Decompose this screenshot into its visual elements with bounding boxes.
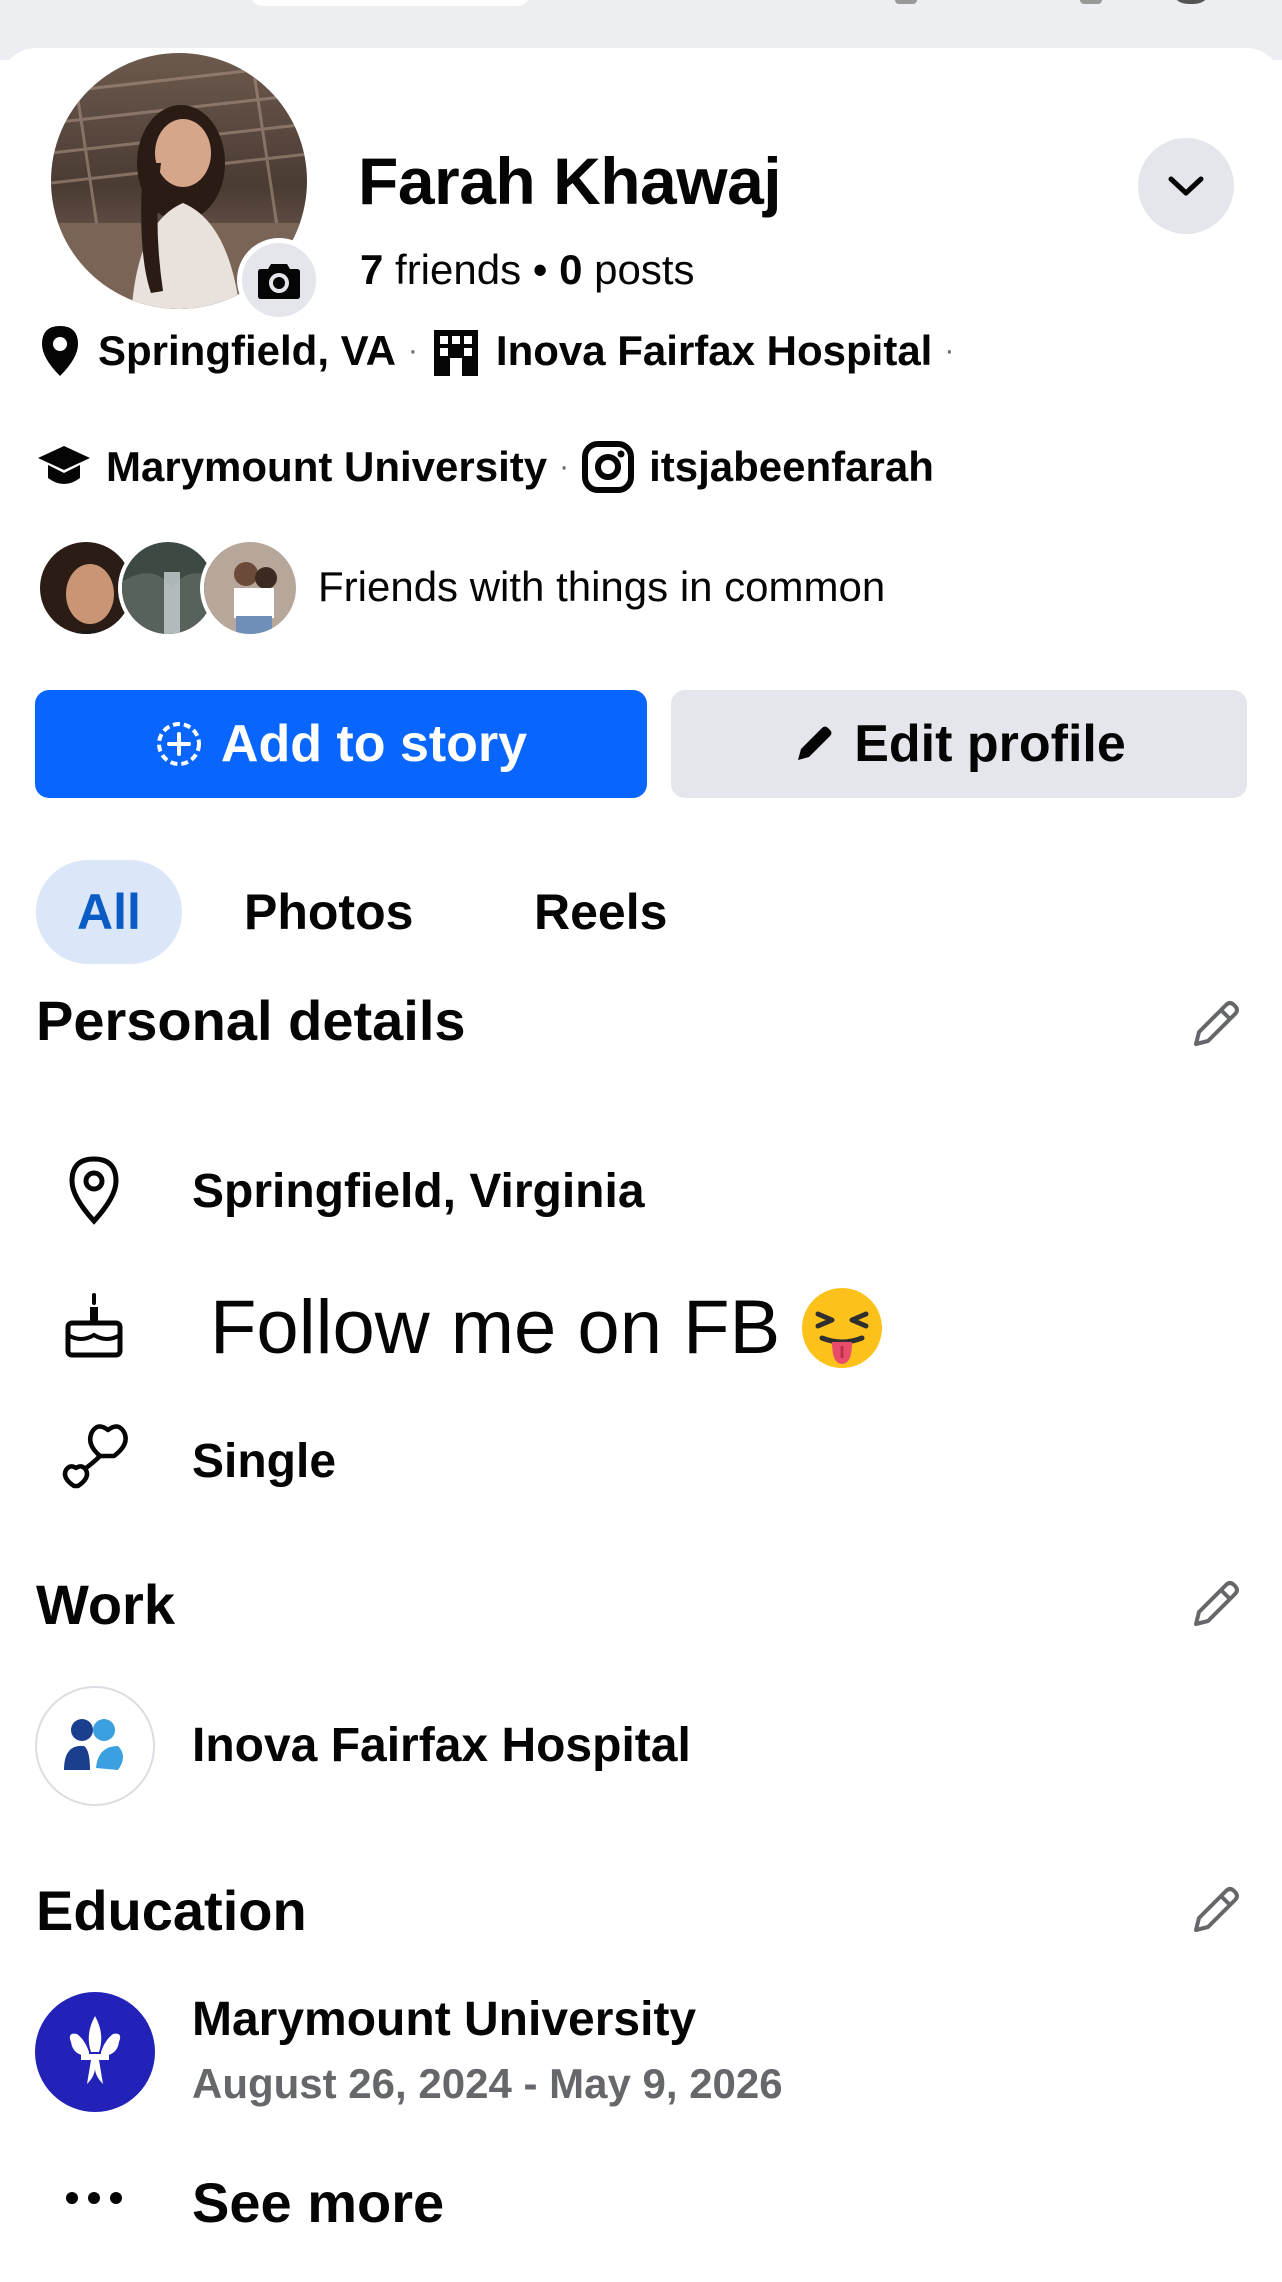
friends-label: friends (395, 246, 522, 293)
posts-label: posts (594, 246, 695, 293)
intro-line-1: Springfield, VA · Inova Fairfax Hospital… (36, 324, 966, 378)
profile-stats[interactable]: 7 friends • 0 posts (360, 246, 695, 294)
profile-menu-button[interactable] (1138, 138, 1234, 234)
instagram-icon (582, 441, 635, 493)
tab-photos[interactable]: Photos (244, 860, 413, 964)
edit-personal-details-button[interactable] (1188, 996, 1244, 1052)
intro-school[interactable]: Marymount University (106, 443, 547, 491)
see-more-button[interactable]: See more (192, 2170, 444, 2235)
intro-location[interactable]: Springfield, VA (98, 327, 396, 375)
pencil-icon (1194, 1001, 1239, 1046)
graduation-cap-icon (38, 446, 90, 484)
friend-avatar (200, 538, 300, 638)
personal-bio: Follow me on FB (210, 1284, 884, 1371)
intro-line-2: Marymount University · itsjabeenfarah (36, 440, 934, 494)
edit-profile-button[interactable]: Edit profile (671, 690, 1247, 798)
tongue-emoji-icon (802, 1287, 883, 1368)
edit-work-button[interactable] (1188, 1576, 1244, 1632)
relationship-status: Single (192, 1435, 337, 1488)
mutual-friends-faces[interactable] (36, 538, 300, 638)
inova-logo-icon (64, 1719, 123, 1770)
location-pin-icon (52, 1148, 136, 1232)
fleur-de-lis-icon (69, 2016, 121, 2084)
work-employer[interactable]: Inova Fairfax Hospital (192, 1718, 691, 1773)
add-to-story-label: Add to story (220, 715, 528, 773)
change-photo-button[interactable] (237, 238, 321, 322)
work-title: Work (36, 1573, 175, 1636)
intro-workplace[interactable]: Inova Fairfax Hospital (496, 327, 932, 375)
more-dots-icon (52, 2156, 136, 2240)
pencil-icon (1194, 1581, 1239, 1626)
location-pin-icon (42, 326, 78, 376)
status-pill (250, 0, 530, 6)
stats-separator: • (532, 246, 560, 293)
separator: · (407, 334, 418, 367)
pencil-icon (1194, 1887, 1239, 1932)
add-story-icon (156, 722, 201, 766)
tab-reels[interactable]: Reels (534, 860, 667, 964)
pencil-icon (798, 726, 832, 760)
mutual-friends-text[interactable]: Friends with things in common (318, 563, 885, 611)
personal-location: Springfield, Virginia (192, 1165, 645, 1218)
profile-name: Farah Khawaj (358, 144, 782, 218)
camera-icon (258, 264, 300, 299)
chevron-down-icon (1168, 176, 1204, 196)
inova-logo[interactable] (35, 1686, 155, 1806)
status-indicator (1170, 0, 1212, 4)
friends-count: 7 (360, 246, 384, 293)
bio-text: Follow me on FB (210, 1285, 781, 1370)
edit-profile-label: Edit profile (854, 715, 1126, 773)
building-icon (433, 330, 478, 376)
education-title: Education (36, 1879, 307, 1942)
posts-count: 0 (559, 246, 583, 293)
cake-icon (52, 1284, 136, 1368)
edit-education-button[interactable] (1188, 1882, 1244, 1938)
status-indicator (1080, 0, 1102, 4)
education-school[interactable]: Marymount University (192, 1992, 696, 2047)
tab-all[interactable]: All (36, 860, 182, 964)
status-indicator (895, 0, 917, 4)
separator: · (944, 334, 955, 367)
intro-instagram[interactable]: itsjabeenfarah (649, 443, 934, 491)
education-dates: August 26, 2024 - May 9, 2026 (192, 2060, 783, 2107)
separator: · (559, 450, 570, 483)
profile-sheet: Farah Khawaj 7 friends • 0 posts Springf… (0, 48, 1282, 2282)
marymount-logo[interactable] (35, 1992, 155, 2112)
add-to-story-button[interactable]: Add to story (35, 690, 647, 798)
personal-details-title: Personal details (36, 989, 466, 1052)
hearts-icon (52, 1414, 136, 1498)
